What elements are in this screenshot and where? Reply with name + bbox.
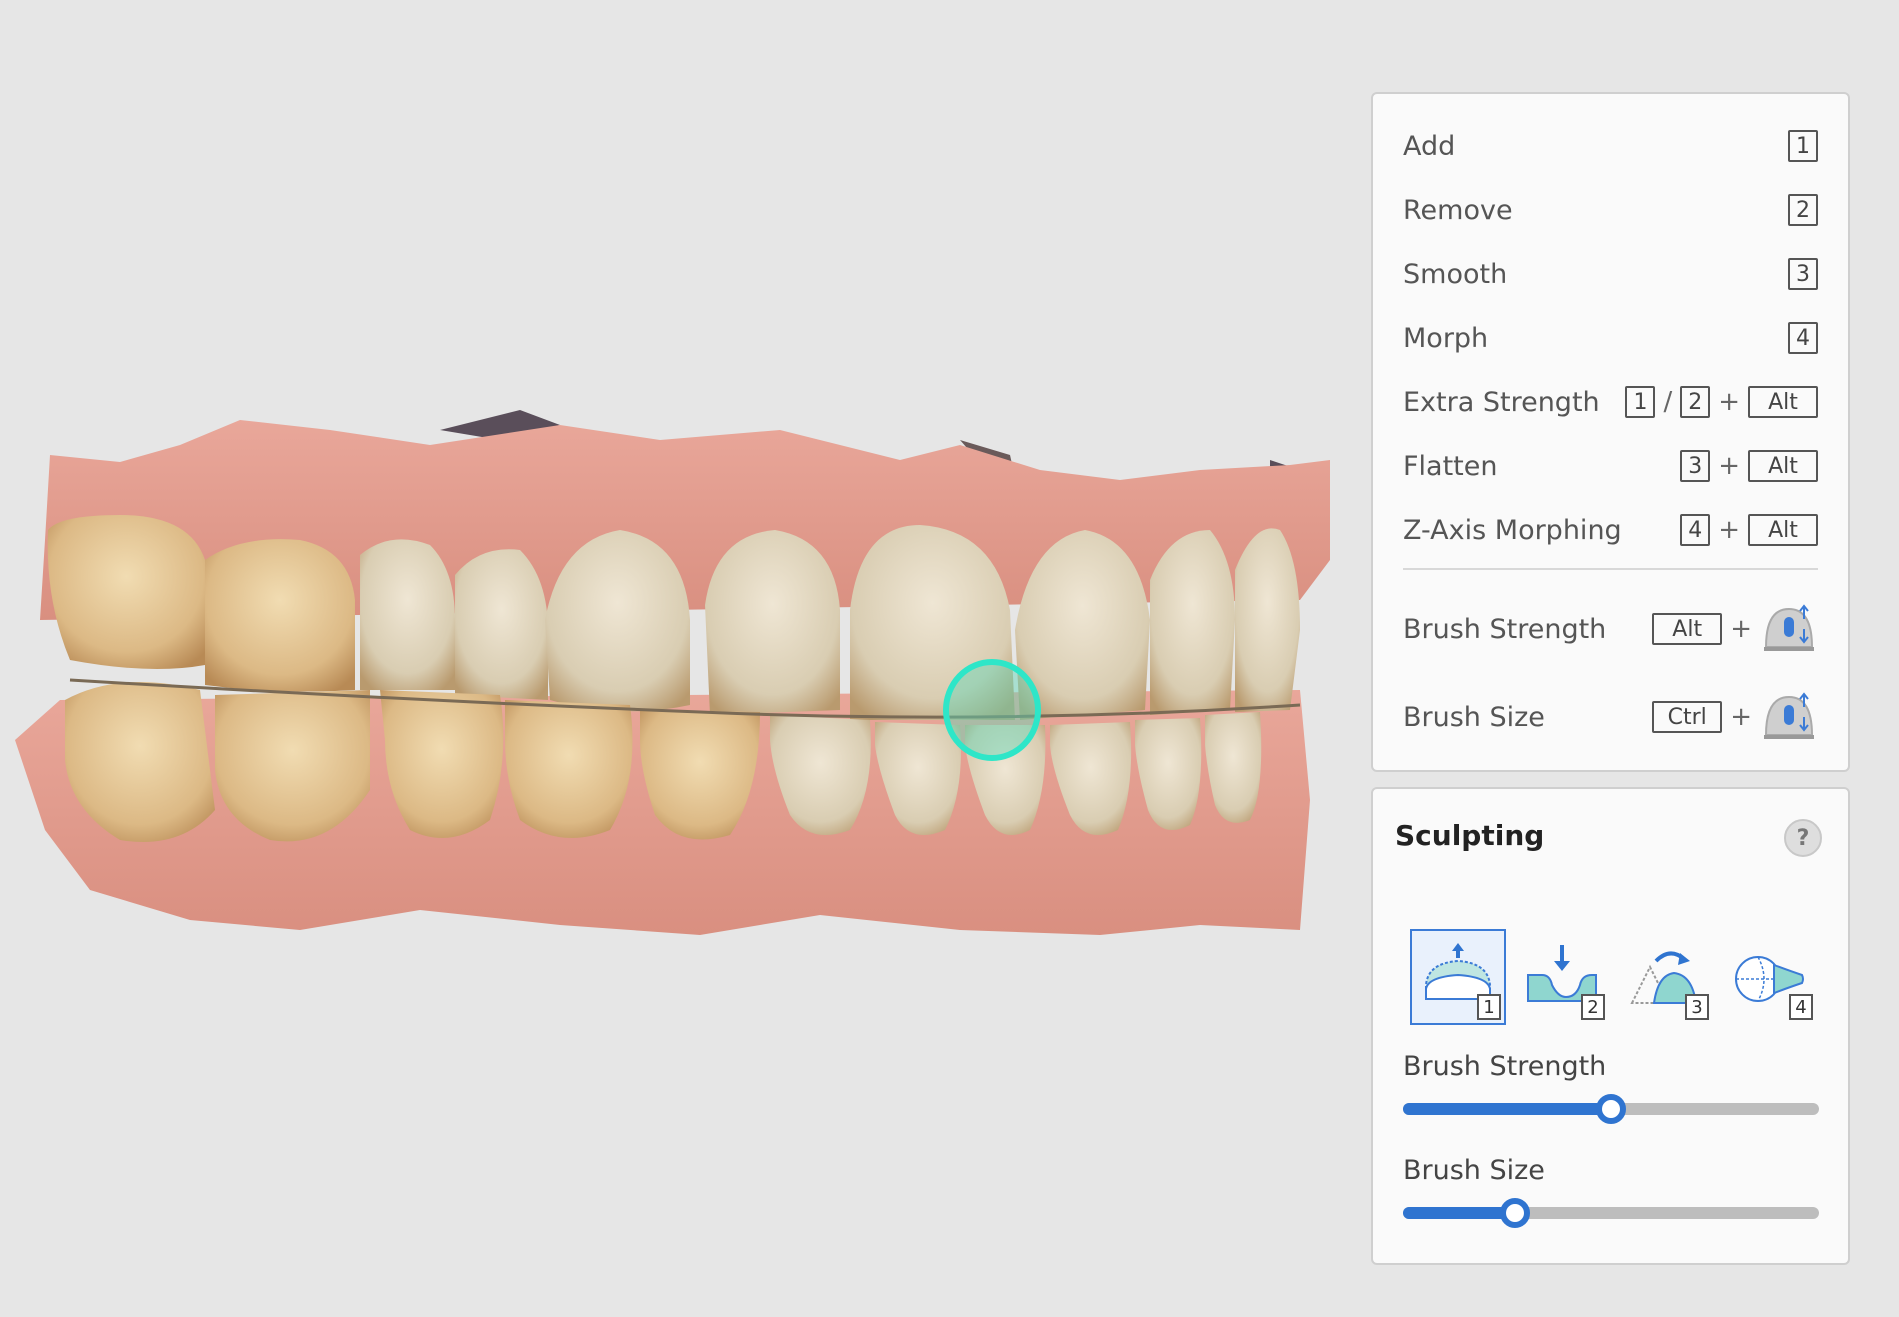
shortcut-smooth: Smooth 3 (1403, 252, 1818, 296)
remove-tool-button[interactable]: 2 (1514, 929, 1610, 1025)
brush-strength-slider[interactable] (1403, 1094, 1819, 1124)
shortcut-label: Smooth (1403, 258, 1508, 290)
brush-size-slider[interactable] (1403, 1198, 1819, 1228)
panel-title: Sculpting (1395, 819, 1545, 852)
slider-thumb[interactable] (1500, 1198, 1531, 1228)
shortcut-brush-size: Brush Size Ctrl + (1403, 687, 1818, 747)
shortcut-label: Add (1403, 130, 1456, 162)
shortcut-label: Morph (1403, 322, 1489, 354)
plus-separator: + (1718, 451, 1740, 481)
key-alt: Alt (1748, 450, 1818, 482)
sculpting-panel: Sculpting ? 1 2 3 4 Brush Strength Brush… (1371, 787, 1850, 1265)
slider-fill (1403, 1103, 1611, 1115)
plus-separator: + (1718, 515, 1740, 545)
plus-separator: + (1730, 702, 1752, 732)
key-2: 2 (1788, 194, 1818, 226)
shortcut-label: Extra Strength (1403, 386, 1600, 418)
slider-thumb[interactable] (1596, 1094, 1626, 1124)
shortcut-panel: Add 1 Remove 2 Smooth 3 Morph 4 Extra St… (1371, 92, 1850, 772)
shortcut-label: Remove (1403, 194, 1513, 226)
tool-number: 4 (1789, 994, 1813, 1020)
smooth-tool-button[interactable]: 3 (1618, 929, 1714, 1025)
key-alt: Alt (1748, 514, 1818, 546)
3d-viewport[interactable] (0, 0, 1360, 1317)
add-tool-button[interactable]: 1 (1410, 929, 1506, 1025)
slash-separator: / (1663, 387, 1673, 417)
mouse-wheel-icon (1760, 603, 1818, 655)
shortcut-add: Add 1 (1403, 124, 1818, 168)
tool-number: 2 (1581, 994, 1605, 1020)
sculpt-tool-group: 1 2 3 4 (1410, 929, 1818, 1025)
mouse-wheel-icon (1760, 691, 1818, 743)
brush-size-label: Brush Size (1403, 1155, 1545, 1186)
shortcut-brush-strength: Brush Strength Alt + (1403, 599, 1818, 659)
shortcut-label: Brush Size (1403, 701, 1545, 733)
shortcut-flatten: Flatten 3 + Alt (1403, 444, 1818, 488)
plus-separator: + (1730, 614, 1752, 644)
shortcut-label: Brush Strength (1403, 613, 1607, 645)
shortcut-z-axis-morphing: Z-Axis Morphing 4 + Alt (1403, 508, 1818, 552)
tool-number: 3 (1685, 994, 1709, 1020)
shortcut-remove: Remove 2 (1403, 188, 1818, 232)
key-1: 1 (1788, 130, 1818, 162)
brush-cursor (943, 659, 1041, 761)
key-4: 4 (1680, 514, 1711, 546)
morph-tool-button[interactable]: 4 (1722, 929, 1818, 1025)
shortcut-extra-strength: Extra Strength 1 / 2 + Alt (1403, 380, 1818, 424)
key-alt: Alt (1748, 386, 1818, 418)
slider-fill (1403, 1207, 1516, 1219)
dental-model[interactable] (0, 0, 1360, 1317)
shortcut-morph: Morph 4 (1403, 316, 1818, 360)
key-4: 4 (1788, 322, 1818, 354)
key-2: 2 (1680, 386, 1711, 418)
key-ctrl: Ctrl (1652, 701, 1723, 733)
shortcut-label: Z-Axis Morphing (1403, 514, 1622, 546)
plus-separator: + (1718, 387, 1740, 417)
shortcut-divider (1403, 568, 1818, 570)
key-alt: Alt (1652, 613, 1723, 645)
key-3: 3 (1788, 258, 1818, 290)
key-3: 3 (1680, 450, 1711, 482)
help-icon[interactable]: ? (1784, 819, 1822, 857)
shortcut-label: Flatten (1403, 450, 1498, 482)
key-1: 1 (1625, 386, 1656, 418)
brush-strength-label: Brush Strength (1403, 1051, 1607, 1082)
tool-number: 1 (1477, 994, 1501, 1020)
